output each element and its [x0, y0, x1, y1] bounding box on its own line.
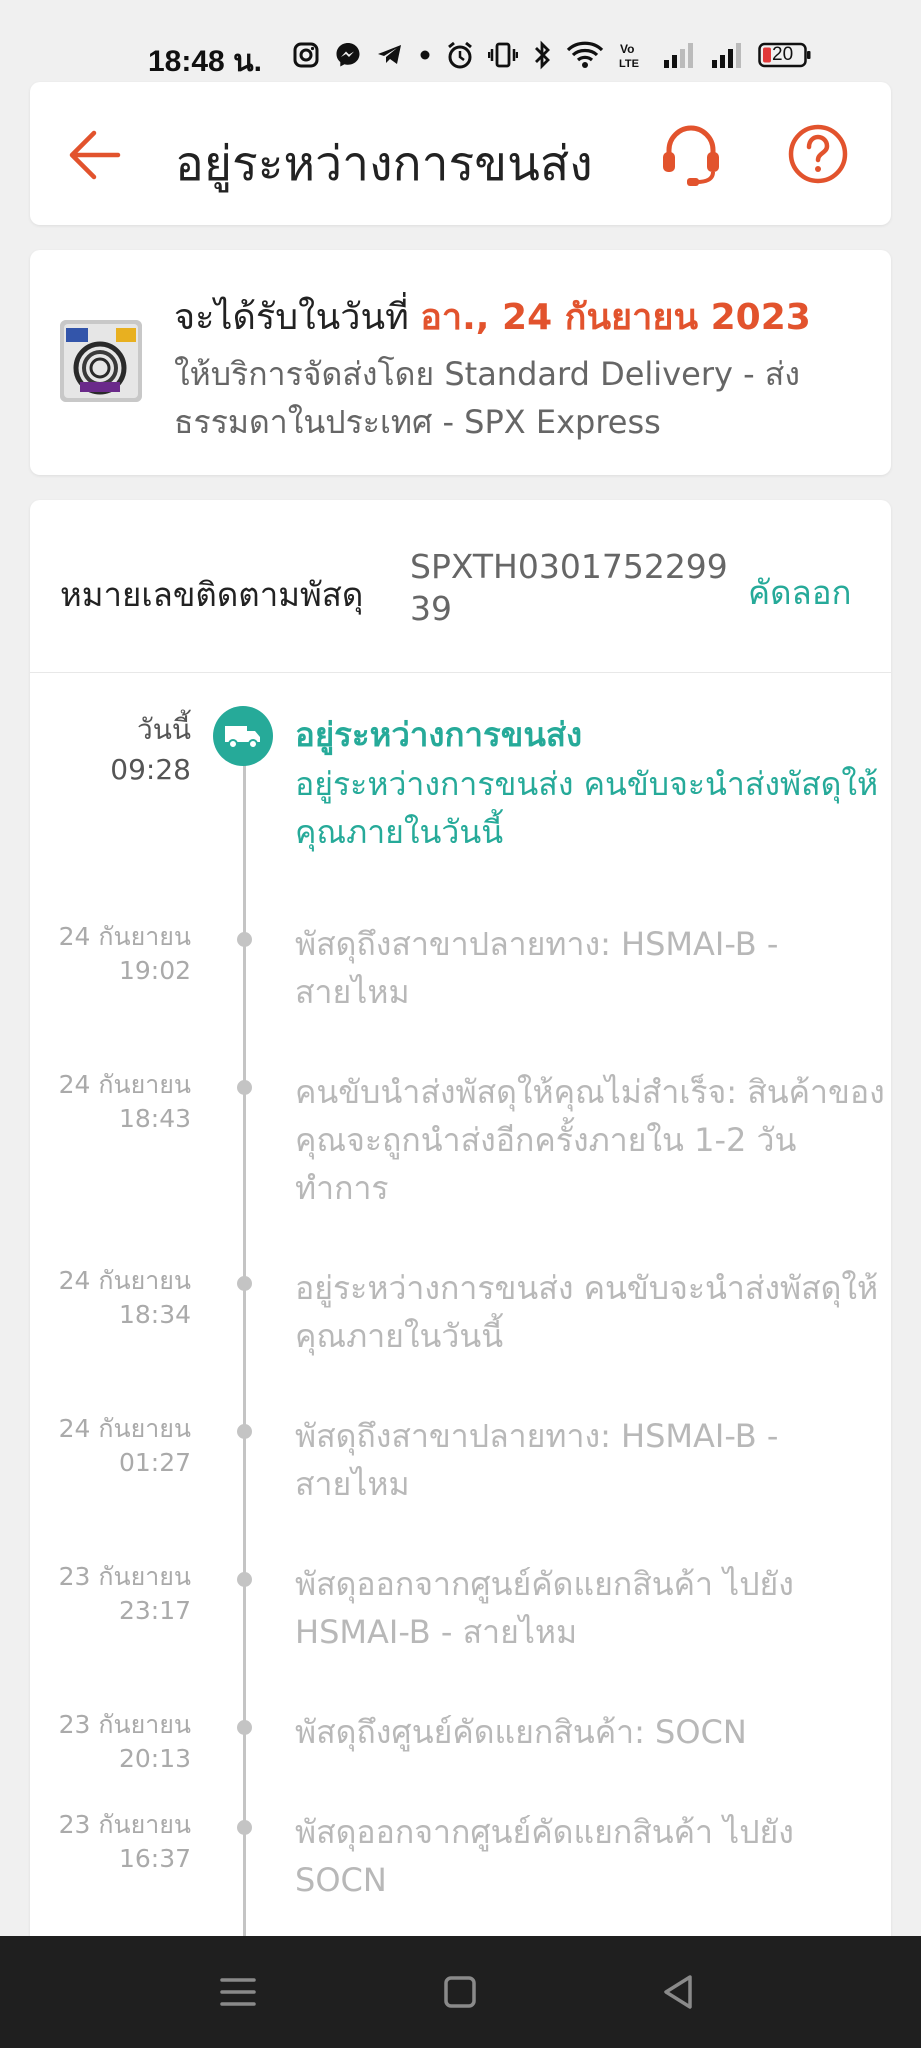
battery-icon: 20: [758, 42, 812, 68]
event-clock: 09:28: [110, 753, 191, 786]
help-button[interactable]: [782, 118, 854, 190]
timeline-dot: [237, 1424, 252, 1439]
event-time: 23 กันยายน 16:37: [59, 1808, 191, 1876]
page-title: อยู่ระหว่างการขนส่ง: [175, 136, 593, 192]
event-date: 24 กันยายน: [58, 1266, 191, 1295]
truck-badge: [213, 706, 273, 766]
svg-text:Vo: Vo: [620, 42, 634, 56]
event-clock: 23:17: [118, 1596, 191, 1625]
home-button[interactable]: [430, 1962, 490, 2022]
timeline-dot: [237, 1820, 252, 1835]
status-bar: 18:48 น. Vo LTE 20: [0, 0, 921, 80]
event-description: พัสดุถึงสาขาปลายทาง: HSMAI-B - สายไหม: [295, 925, 779, 1011]
nav-back-button[interactable]: [648, 1962, 708, 2022]
event-date: วันนี้: [136, 713, 191, 746]
status-icons: Vo LTE 20: [292, 40, 812, 70]
header-bar: อยู่ระหว่างการขนส่ง: [30, 82, 891, 225]
status-time: 18:48 น.: [148, 45, 262, 78]
event-description: อยู่ระหว่างการขนส่ง คนขับจะนำส่งพัสดุให้…: [295, 1269, 879, 1355]
svg-text:LTE: LTE: [619, 58, 639, 70]
event-time: วันนี้ 09:28: [110, 710, 191, 790]
event-text: อยู่ระหว่างการขนส่ง คนขับจะนำส่งพัสดุให้…: [295, 765, 879, 851]
event-time: 24 กันยายน 19:02: [59, 920, 191, 988]
tracking-card: หมายเลขติดตามพัสดุ SPXTH030175229939 คัด…: [30, 500, 891, 1960]
back-button[interactable]: [60, 120, 130, 190]
event-clock: 18:43: [118, 1104, 191, 1133]
event-date: 24 กันยายน: [58, 1414, 191, 1443]
vibrate-icon: [488, 42, 518, 68]
alarm-icon: [448, 41, 472, 69]
dot-icon: [420, 50, 430, 60]
system-nav-bar: [0, 1936, 921, 2048]
messenger-icon: [336, 43, 360, 67]
tracking-number: SPXTH030175229939: [410, 547, 728, 628]
event-time: 24 กันยายน 18:34: [59, 1264, 191, 1332]
event-description: พัสดุถึงสาขาปลายทาง: HSMAI-B - สายไหม: [295, 1417, 779, 1503]
arrow-left-icon: [69, 130, 121, 180]
event-description: คนขับนำส่งพัสดุให้คุณไม่สำเร็จ: สินค้าขอ…: [295, 1073, 885, 1207]
event-clock: 01:27: [118, 1448, 191, 1477]
event-description: พัสดุถึงศูนย์คัดแยกสินค้า: SOCN: [295, 1713, 747, 1751]
event-clock: 19:02: [118, 956, 191, 985]
event-date: 23 กันยายน: [58, 1810, 191, 1839]
event-clock: 18:34: [118, 1300, 191, 1329]
event-title: อยู่ระหว่างการขนส่ง: [295, 715, 583, 754]
estimate-date: อา., 24 กันยายน 2023: [420, 297, 811, 338]
timeline-dot: [237, 1276, 252, 1291]
event-time: 24 กันยายน 01:27: [59, 1412, 191, 1480]
instagram-icon: [293, 42, 319, 68]
event-date: 23 กันยายน: [58, 1710, 191, 1739]
event-description: พัสดุออกจากศูนย์คัดแยกสินค้า ไปยัง SOCN: [295, 1813, 794, 1899]
signal-icon: [664, 43, 693, 68]
product-thumbnail[interactable]: [60, 320, 142, 402]
battery-level: 20: [772, 44, 794, 65]
menu-icon: [220, 1978, 256, 2006]
timeline-dot: [237, 1080, 252, 1095]
estimate-line: จะได้รับในวันที่ อา., 24 กันยายน 2023: [174, 288, 811, 345]
event-clock: 20:13: [118, 1744, 191, 1773]
copy-button[interactable]: คัดลอก: [748, 566, 852, 619]
event-time: 23 กันยายน 20:13: [59, 1708, 191, 1776]
timeline-dot: [237, 932, 252, 947]
tracking-number-label: หมายเลขติดตามพัสดุ: [60, 575, 364, 614]
estimate-label: จะได้รับในวันที่: [174, 297, 421, 338]
timeline-dot: [237, 1720, 252, 1735]
back-triangle-icon: [664, 1975, 692, 2009]
timeline-dot: [237, 1572, 252, 1587]
headset-icon: [663, 125, 719, 186]
event-time: 24 กันยายน 18:43: [59, 1068, 191, 1136]
question-circle-icon: [788, 124, 848, 184]
divider: [30, 672, 891, 673]
home-square-icon: [444, 1976, 476, 2008]
event-description: อยู่ระหว่างการขนส่ง อยู่ระหว่างการขนส่ง …: [295, 710, 885, 856]
event-date: 24 กันยายน: [58, 922, 191, 951]
telegram-icon: [378, 45, 401, 64]
event-date: 23 กันยายน: [58, 1562, 191, 1591]
signal-icon: [712, 43, 741, 68]
delivery-estimate-card: จะได้รับในวันที่ อา., 24 กันยายน 2023 ให…: [30, 250, 891, 475]
recent-apps-button[interactable]: [208, 1962, 268, 2022]
wifi-icon: [566, 41, 604, 68]
timeline-line: [243, 740, 246, 1960]
event-date: 24 กันยายน: [58, 1070, 191, 1099]
event-description: พัสดุออกจากศูนย์คัดแยกสินค้า ไปยัง HSMAI…: [295, 1565, 794, 1651]
bluetooth-icon: [535, 40, 550, 70]
support-button[interactable]: [655, 118, 727, 190]
event-time: 23 กันยายน 23:17: [59, 1560, 191, 1628]
event-clock: 16:37: [118, 1844, 191, 1873]
volte-icon: Vo LTE: [619, 42, 639, 70]
shipping-service: ให้บริการจัดส่งโดย Standard Delivery - ส…: [174, 355, 800, 441]
truck-icon: [225, 726, 260, 749]
